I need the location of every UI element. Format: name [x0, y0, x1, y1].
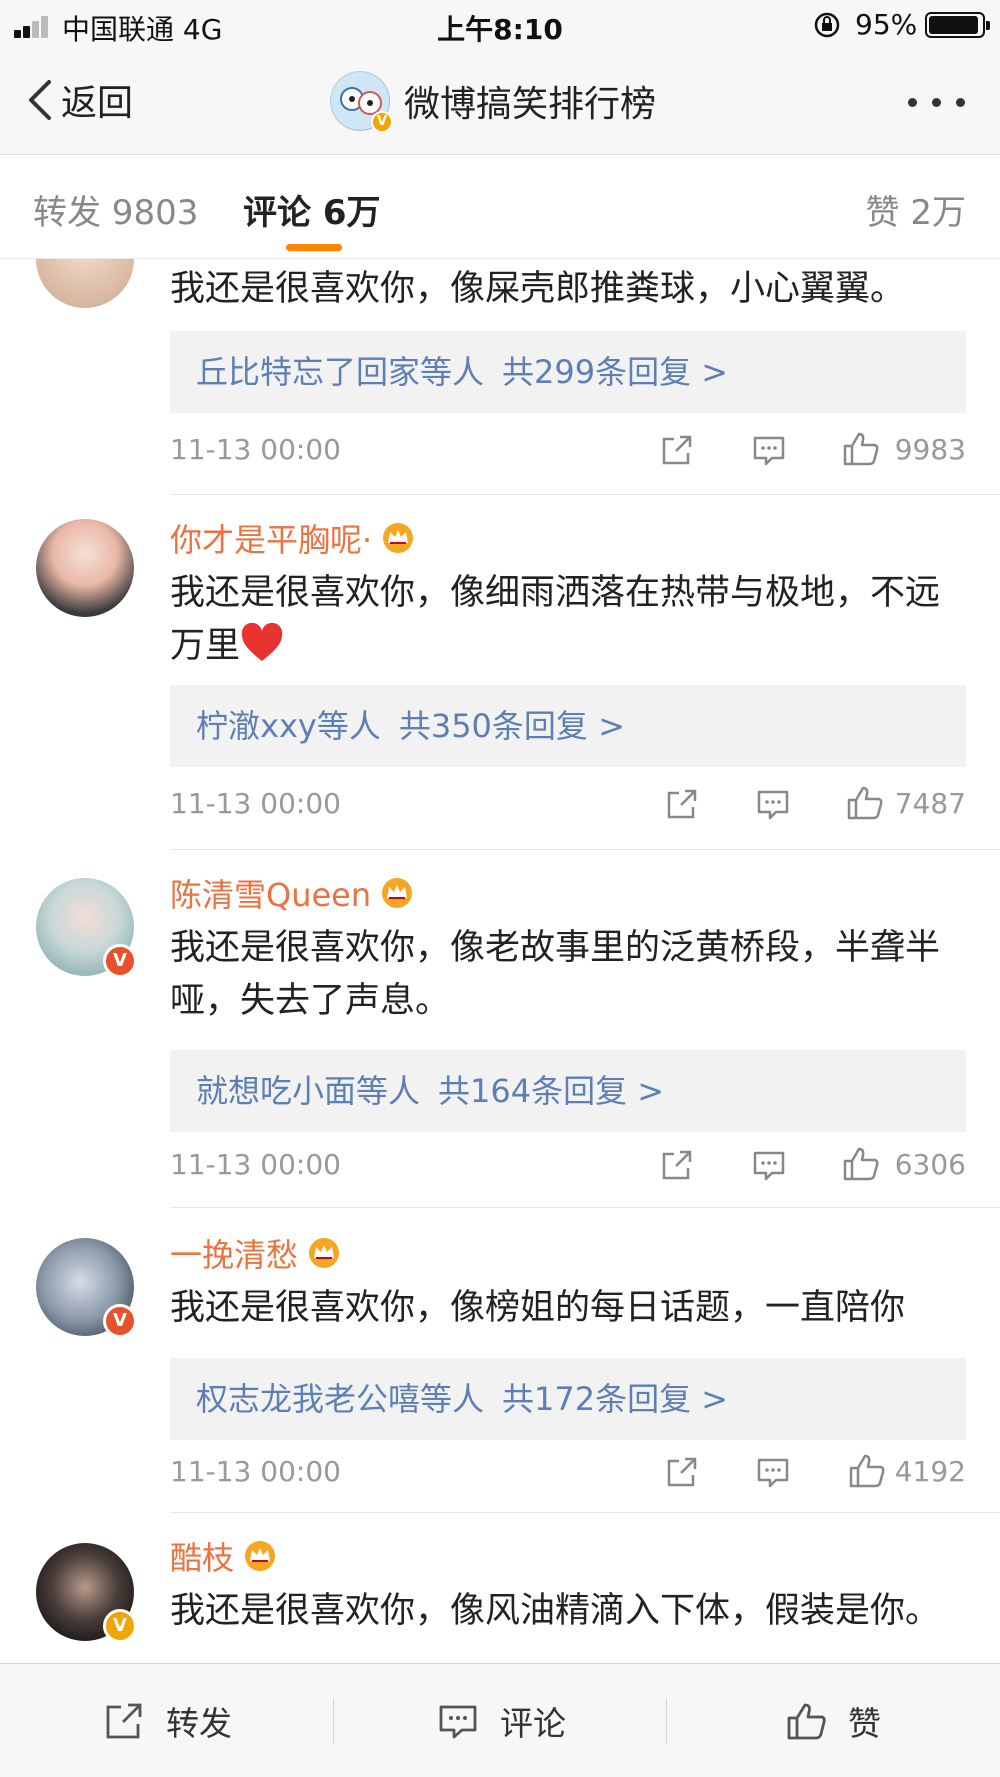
share-icon[interactable]: [665, 1455, 699, 1489]
user-name[interactable]: 陈清雪Queen: [170, 870, 415, 916]
comment-text: 我还是很喜欢你，像细雨洒落在热带与极地，不远万里: [170, 567, 970, 673]
comment-text-content: 我还是很喜欢你，像细雨洒落在热带与极地，不远万里: [170, 573, 941, 666]
replies-link[interactable]: 权志龙我老公嘻等人 共172条回复 >: [170, 1358, 966, 1440]
user-avatar[interactable]: [36, 519, 134, 617]
verified-badge: V: [103, 944, 137, 978]
like-count: 6306: [894, 1148, 966, 1181]
comment-date: 11-13 00:00: [170, 433, 341, 466]
nav-bar: 返回 V 微博搞笑排行榜: [0, 50, 1000, 155]
user-name[interactable]: 酷枝: [170, 1533, 278, 1579]
share-icon[interactable]: [660, 1148, 694, 1182]
comment-text: 我还是很喜欢你，像屎壳郎推粪球，小心翼翼。: [170, 269, 906, 309]
tab-bar: 转发 9803 评论 6万 赞 2万: [0, 155, 1000, 259]
share-icon[interactable]: [660, 433, 694, 467]
comment-icon[interactable]: [752, 433, 786, 467]
like-icon: [787, 1703, 826, 1740]
divider: [170, 494, 1000, 495]
comment-list: 我还是很喜欢你，像屎壳郎推粪球，小心翼翼。 丘比特忘了回家等人 共299条回复 >…: [0, 259, 1000, 1663]
replies-link[interactable]: 丘比特忘了回家等人 共299条回复 >: [170, 331, 966, 413]
reply-users: 丘比特忘了回家等人: [196, 353, 485, 391]
comment-meta: 11-13 00:00 4192: [170, 1453, 966, 1493]
divider: [666, 1698, 667, 1744]
divider: [170, 849, 1000, 850]
heart-icon: [241, 623, 283, 661]
replies-link[interactable]: 就想吃小面等人 共164条回复 >: [170, 1050, 966, 1132]
verified-badge: V: [103, 1304, 137, 1338]
tab-likes[interactable]: 赞 2万: [866, 185, 966, 234]
comment-text: 我还是很喜欢你，像风油精滴入下体，假装是你。: [170, 1591, 941, 1631]
reply-users: 就想吃小面等人: [196, 1072, 421, 1110]
back-label: 返回: [61, 83, 134, 124]
like-icon[interactable]: [842, 431, 880, 467]
reply-users: 柠澈xxy等人: [196, 707, 381, 745]
battery-percent: 95%: [855, 8, 918, 41]
divider: [170, 1207, 1000, 1208]
crown-icon: [245, 1541, 276, 1571]
comment-date: 11-13 00:00: [170, 1455, 341, 1488]
comment-meta: 11-13 00:00 9983: [170, 431, 966, 471]
user-name-label: 一挽清愁: [170, 1236, 299, 1274]
reply-count: 共164条回复 >: [438, 1072, 665, 1110]
verified-badge: V: [103, 1609, 137, 1643]
reply-users: 权志龙我老公嘻等人: [196, 1380, 485, 1418]
user-avatar[interactable]: [36, 259, 134, 308]
divider: [170, 1512, 1000, 1513]
user-name-label: 酷枝: [170, 1539, 235, 1577]
comment-icon[interactable]: [756, 1455, 790, 1489]
reply-count: 共299条回复 >: [502, 353, 729, 391]
comment-button[interactable]: 评论: [438, 1664, 566, 1777]
divider: [333, 1698, 334, 1744]
account-avatar: V: [330, 71, 393, 133]
status-bar: 中国联通 4G 上午8:10 95%: [0, 0, 1000, 50]
like-icon[interactable]: [846, 785, 884, 821]
battery-icon: [925, 12, 990, 38]
back-button[interactable]: 返回: [25, 72, 133, 128]
comment-icon[interactable]: [756, 787, 790, 821]
user-name[interactable]: 一挽清愁: [170, 1230, 342, 1276]
comment-date: 11-13 00:00: [170, 1148, 341, 1181]
account-title[interactable]: V 微博搞笑排行榜: [330, 70, 657, 133]
comment-meta: 11-13 00:00 6306: [170, 1146, 966, 1186]
crown-icon: [382, 878, 413, 908]
like-count: 7487: [894, 787, 966, 820]
user-name-label: 陈清雪Queen: [170, 876, 372, 914]
like-icon[interactable]: [848, 1453, 886, 1489]
chevron-left-icon: [29, 80, 51, 120]
tab-indicator: [286, 244, 342, 251]
rotation-lock-icon: [814, 12, 840, 38]
user-name[interactable]: 你才是平胸呢·: [170, 515, 416, 561]
tab-reposts[interactable]: 转发 9803: [33, 185, 198, 234]
bottom-action-bar: 转发 评论 赞: [0, 1663, 1000, 1777]
comment-icon: [439, 1705, 477, 1739]
reply-count: 共172条回复 >: [502, 1380, 729, 1418]
repost-icon: [106, 1703, 142, 1739]
like-button[interactable]: 赞: [786, 1664, 881, 1777]
comment-date: 11-13 00:00: [170, 787, 341, 820]
comment-icon[interactable]: [752, 1148, 786, 1182]
user-name-label: 你才是平胸呢·: [170, 521, 373, 559]
share-icon[interactable]: [665, 787, 699, 821]
more-button[interactable]: [908, 98, 968, 108]
repost-button[interactable]: 转发: [104, 1664, 232, 1777]
tab-comments[interactable]: 评论 6万: [243, 185, 381, 234]
comment-text: 我还是很喜欢你，像榜姐的每日话题，一直陪你: [170, 1288, 906, 1328]
status-time: 上午8:10: [437, 13, 563, 46]
page-title: 微博搞笑排行榜: [404, 84, 657, 125]
crown-icon: [309, 1238, 340, 1268]
crown-icon: [383, 523, 414, 553]
verified-badge: V: [371, 111, 393, 133]
like-count: 4192: [894, 1455, 966, 1488]
comment-label: 评论: [500, 1704, 566, 1743]
comment-text: 我还是很喜欢你，像老故事里的泛黄桥段，半聋半哑，失去了声息。: [170, 928, 941, 1021]
comment-meta: 11-13 00:00 7487: [170, 785, 966, 825]
like-count: 9983: [894, 433, 966, 466]
like-label: 赞: [848, 1704, 881, 1743]
repost-label: 转发: [166, 1704, 232, 1743]
reply-count: 共350条回复 >: [398, 707, 625, 745]
like-icon[interactable]: [842, 1146, 880, 1182]
replies-link[interactable]: 柠澈xxy等人 共350条回复 >: [170, 685, 966, 767]
